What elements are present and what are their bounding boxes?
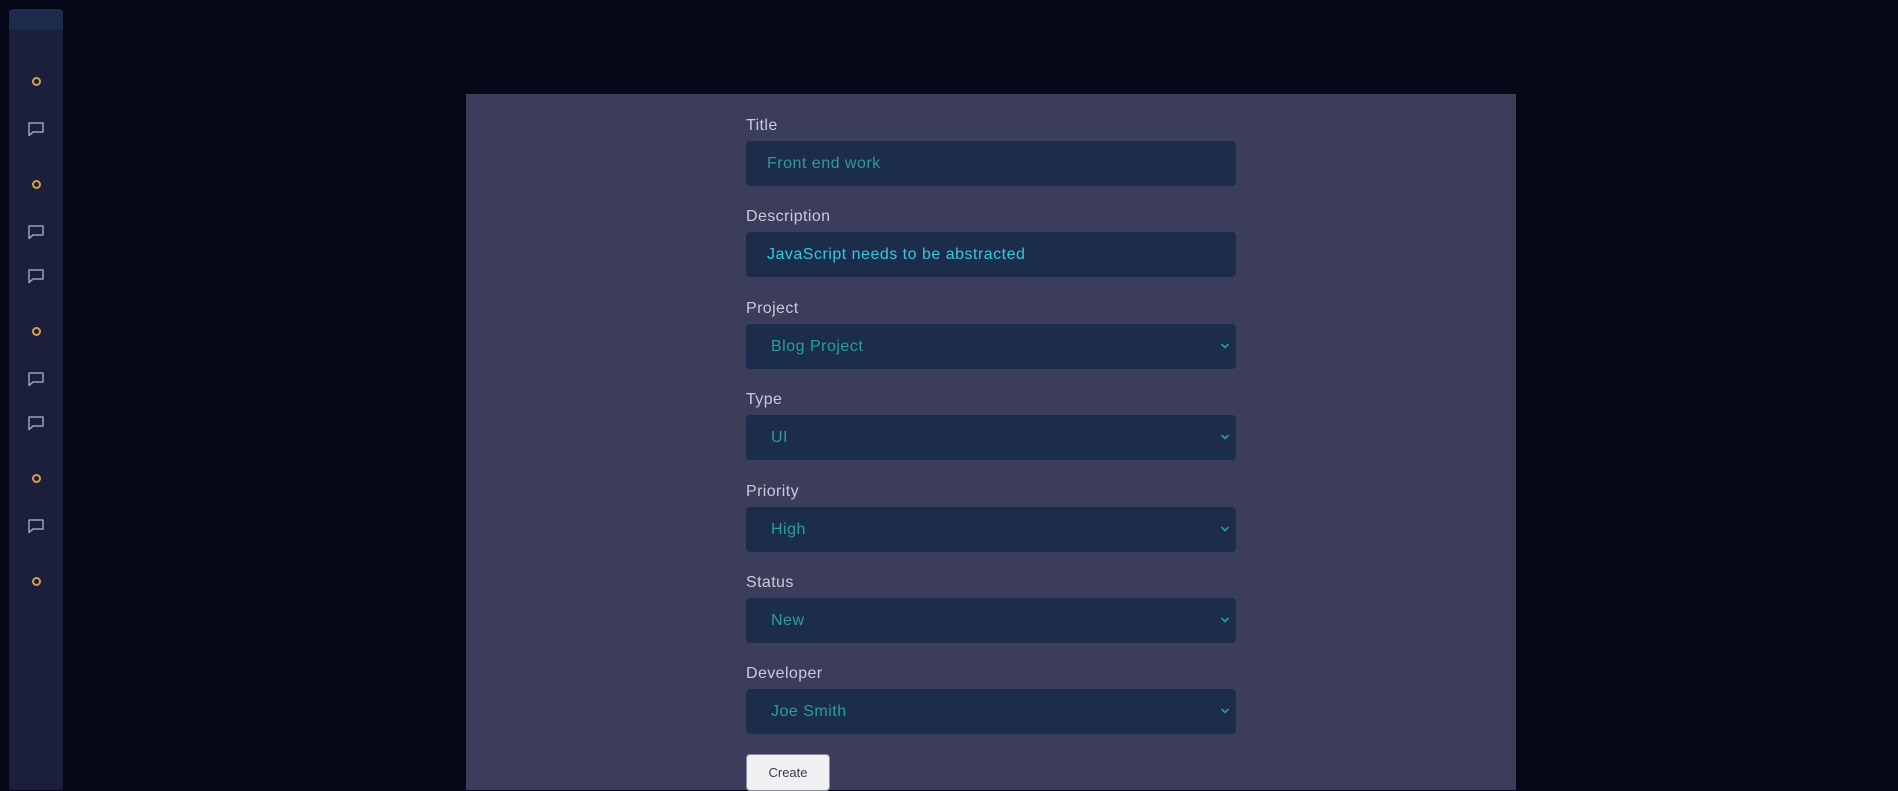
status-field: Status New: [746, 573, 1236, 643]
priority-label: Priority: [746, 483, 799, 500]
chevron-down-icon: [1221, 434, 1229, 440]
chevron-down-icon: [1221, 526, 1229, 532]
chat-icon[interactable]: [9, 267, 63, 285]
priority-select[interactable]: High: [746, 507, 1236, 552]
description-field: Description JavaScript needs to be abstr…: [746, 207, 1236, 277]
description-label: Description: [746, 208, 831, 225]
chat-icon[interactable]: [9, 414, 63, 432]
project-select-value: Blog Project: [771, 337, 864, 355]
title-input[interactable]: Front end work: [746, 141, 1236, 186]
developer-field: Developer Joe Smith: [746, 664, 1236, 734]
type-label: Type: [746, 391, 783, 408]
circle-icon[interactable]: [9, 572, 63, 590]
status-select[interactable]: New: [746, 598, 1236, 643]
circle-icon[interactable]: [9, 469, 63, 487]
chat-icon[interactable]: [9, 223, 63, 241]
status-label: Status: [746, 574, 794, 591]
project-select[interactable]: Blog Project: [746, 324, 1236, 369]
developer-select-value: Joe Smith: [771, 702, 847, 720]
sidebar-header: [9, 9, 63, 29]
circle-icon[interactable]: [9, 72, 63, 90]
type-select[interactable]: UI: [746, 415, 1236, 460]
project-field: Project Blog Project: [746, 299, 1236, 369]
priority-select-value: High: [771, 520, 806, 538]
chat-icon[interactable]: [9, 517, 63, 535]
developer-select[interactable]: Joe Smith: [746, 689, 1236, 734]
create-ticket-panel: Title Front end work Description JavaScr…: [466, 94, 1516, 791]
type-select-value: UI: [771, 428, 788, 446]
title-label: Title: [746, 117, 778, 134]
chevron-down-icon: [1221, 708, 1229, 714]
developer-label: Developer: [746, 665, 823, 682]
chat-icon[interactable]: [9, 120, 63, 138]
project-label: Project: [746, 300, 799, 317]
chat-icon[interactable]: [9, 370, 63, 388]
status-select-value: New: [771, 611, 805, 629]
description-input[interactable]: JavaScript needs to be abstracted: [746, 232, 1236, 277]
chevron-down-icon: [1221, 617, 1229, 623]
circle-icon[interactable]: [9, 322, 63, 340]
sidebar: [9, 9, 63, 790]
priority-field: Priority High: [746, 482, 1236, 552]
create-button[interactable]: Create: [746, 754, 830, 791]
title-field: Title Front end work: [746, 116, 1236, 186]
type-field: Type UI: [746, 390, 1236, 460]
chevron-down-icon: [1221, 343, 1229, 349]
circle-icon[interactable]: [9, 175, 63, 193]
